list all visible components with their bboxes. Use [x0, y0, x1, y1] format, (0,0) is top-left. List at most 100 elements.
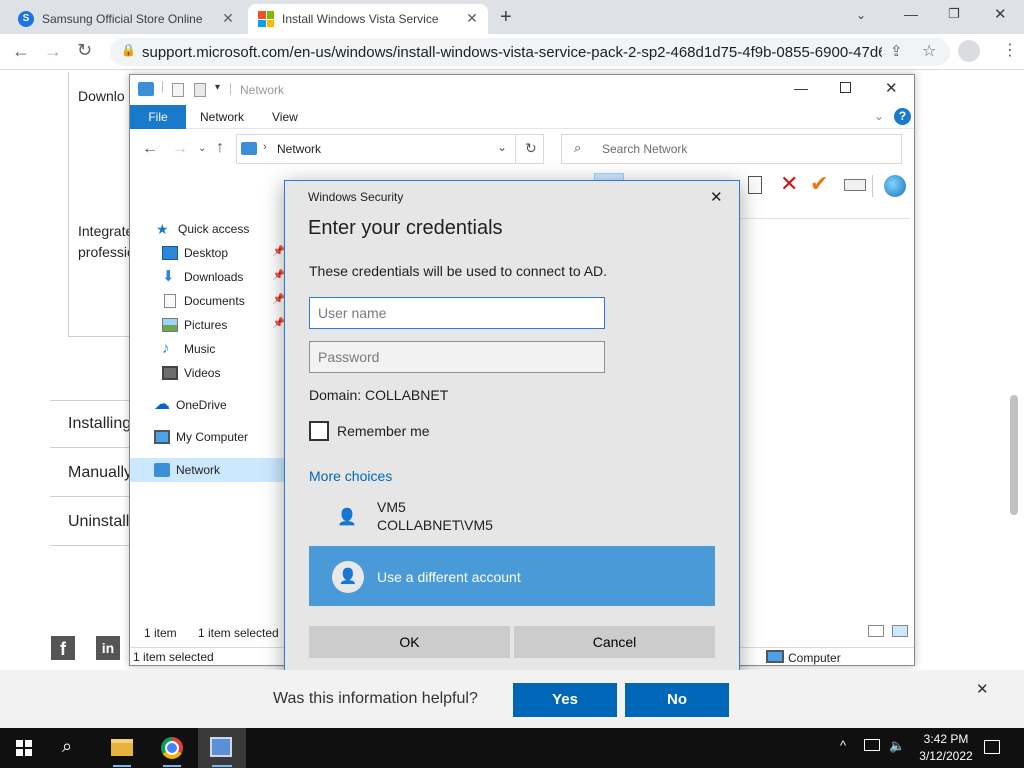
properties-icon[interactable] — [172, 83, 184, 97]
globe-icon[interactable] — [884, 175, 906, 197]
nav-item-downloads[interactable]: ⬇ Downloads 📌 — [130, 265, 285, 289]
volume-icon[interactable]: 🔈 — [889, 738, 905, 754]
nav-item-quick-access[interactable]: ★ Quick access — [130, 217, 285, 241]
file-explorer-taskbar-icon[interactable] — [111, 739, 133, 756]
back-arrow-icon[interactable]: ← — [12, 41, 30, 62]
network-app-taskbar-icon[interactable] — [210, 737, 232, 757]
clock-date[interactable]: 3/12/2022 — [912, 749, 980, 763]
account-option-vm5[interactable]: 👤 VM5 COLLABNET\VM5 — [309, 493, 715, 541]
tab-search-chevron-icon[interactable]: ⌄ — [856, 8, 866, 22]
search-network-box[interactable]: ⌕ Search Network — [561, 134, 902, 164]
nav-item-network[interactable]: Network — [130, 458, 285, 482]
browser-tab-install-vista[interactable]: Install Windows Vista Service Pac ✕ — [248, 4, 488, 34]
address-bar[interactable]: 🔒 support.microsoft.com/en-us/windows/in… — [110, 38, 950, 66]
nav-item-pictures[interactable]: Pictures 📌 — [130, 313, 285, 337]
remember-me-checkbox[interactable] — [309, 421, 329, 441]
cancel-button[interactable]: Cancel — [514, 626, 715, 658]
minimize-icon[interactable]: — — [794, 80, 808, 96]
back-arrow-icon[interactable]: ← — [142, 140, 158, 158]
ribbon-tab-network[interactable]: Network — [200, 105, 244, 129]
forward-arrow-icon[interactable]: → — [172, 140, 188, 158]
notifications-icon[interactable] — [984, 740, 1000, 754]
use-different-account-option[interactable]: 👤 Use a different account — [309, 546, 715, 606]
large-icons-view-icon[interactable] — [892, 625, 908, 637]
maximize-icon[interactable] — [840, 82, 851, 93]
nav-item-onedrive[interactable]: ☁ OneDrive — [130, 393, 285, 417]
network-icon — [154, 463, 170, 477]
ribbon-tab-file[interactable]: File — [130, 105, 186, 129]
ribbon-tab-view[interactable]: View — [272, 105, 298, 129]
close-tab-icon[interactable]: ✕ — [464, 10, 480, 26]
password-input[interactable]: Password — [309, 341, 605, 373]
content-header-divider — [740, 218, 910, 219]
user-icon: 👤 — [332, 561, 364, 593]
up-arrow-icon[interactable]: ↑ — [216, 139, 224, 157]
checkmark-icon[interactable]: ✔ — [810, 171, 828, 197]
refresh-icon[interactable]: ↻ — [525, 140, 537, 157]
more-choices-link[interactable]: More choices — [309, 468, 392, 484]
search-icon[interactable]: ⌕ — [62, 736, 72, 757]
nav-item-music[interactable]: ♪ Music — [130, 337, 285, 361]
minimize-icon[interactable]: — — [904, 6, 918, 22]
different-account-label: Use a different account — [377, 569, 521, 585]
forward-arrow-icon[interactable]: → — [44, 41, 62, 62]
show-hidden-icons-chevron-icon[interactable]: ^ — [840, 738, 846, 753]
expand-ribbon-chevron-icon[interactable]: ⌄ — [874, 109, 884, 123]
close-window-icon[interactable]: ✕ — [885, 79, 898, 97]
desktop-icon — [162, 246, 178, 260]
explorer-title-bar: | ▾ | Network — ✕ — [130, 75, 914, 105]
star-icon: ★ — [156, 221, 169, 237]
explorer-address-bar[interactable]: › Network ⌄ ↻ — [236, 134, 544, 164]
clock-time[interactable]: 3:42 PM — [916, 732, 976, 746]
dialog-window-title: Windows Security — [308, 190, 404, 204]
remember-me-row[interactable]: Remember me — [309, 421, 430, 441]
installing-row[interactable]: Installing — [50, 400, 140, 448]
status-item-count: 1 item — [144, 626, 177, 640]
quick-access-dropdown-icon[interactable]: ▾ — [215, 82, 220, 93]
facebook-icon[interactable]: f — [51, 636, 75, 660]
reload-icon[interactable]: ↻ — [77, 40, 92, 61]
manually-row[interactable]: Manually — [50, 449, 140, 497]
page-scrollbar[interactable] — [1010, 395, 1018, 515]
toolbar-separator: | — [161, 79, 165, 93]
nav-item-my-computer[interactable]: My Computer — [130, 425, 285, 449]
no-button[interactable]: No — [625, 683, 729, 717]
username-input[interactable]: User name — [309, 297, 605, 329]
pictures-icon — [162, 318, 178, 332]
active-indicator — [212, 765, 232, 767]
delete-x-icon[interactable]: ✕ — [780, 171, 798, 197]
envelope-icon[interactable] — [844, 179, 866, 191]
details-view-icon[interactable] — [868, 625, 884, 637]
address-dropdown-icon[interactable]: ⌄ — [497, 140, 507, 154]
nav-item-desktop[interactable]: Desktop 📌 — [130, 241, 285, 265]
clipboard-icon[interactable] — [748, 176, 762, 194]
nav-item-documents[interactable]: Documents 📌 — [130, 289, 285, 313]
close-window-icon[interactable]: ✕ — [994, 5, 1007, 23]
ok-button[interactable]: OK — [309, 626, 510, 658]
profile-avatar-icon[interactable] — [958, 40, 980, 62]
restore-icon[interactable]: ❐ — [948, 6, 960, 22]
active-indicator — [113, 765, 131, 767]
address-separator — [515, 135, 516, 163]
new-tab-icon[interactable]: + — [500, 6, 512, 29]
browser-tab-samsung[interactable]: S Samsung Official Store Online Pr ✕ — [8, 4, 244, 34]
close-tab-icon[interactable]: ✕ — [220, 10, 236, 26]
recent-locations-chevron-icon[interactable]: ⌄ — [198, 143, 206, 154]
uninstall-row[interactable]: Uninstall — [50, 498, 140, 546]
yes-button[interactable]: Yes — [513, 683, 617, 717]
dialog-close-icon[interactable]: ✕ — [710, 188, 723, 206]
nav-item-videos[interactable]: Videos — [130, 361, 285, 385]
bookmark-star-icon[interactable]: ☆ — [922, 41, 936, 61]
linkedin-icon[interactable]: in — [96, 636, 120, 660]
share-icon[interactable]: ⇪ — [890, 42, 903, 60]
windows-favicon-icon — [258, 11, 274, 27]
help-icon[interactable]: ? — [894, 108, 911, 125]
windows-start-icon[interactable] — [16, 740, 32, 756]
dialog-heading: Enter your credentials — [308, 217, 503, 239]
lock-icon[interactable]: 🔒 — [121, 43, 136, 57]
integrate-text-fragment: Integrate — [78, 223, 134, 239]
network-status-icon[interactable] — [864, 739, 880, 751]
close-feedback-icon[interactable]: ✕ — [976, 680, 989, 698]
menu-dots-icon[interactable]: ⋮ — [1002, 40, 1018, 60]
new-folder-icon[interactable] — [194, 83, 206, 97]
